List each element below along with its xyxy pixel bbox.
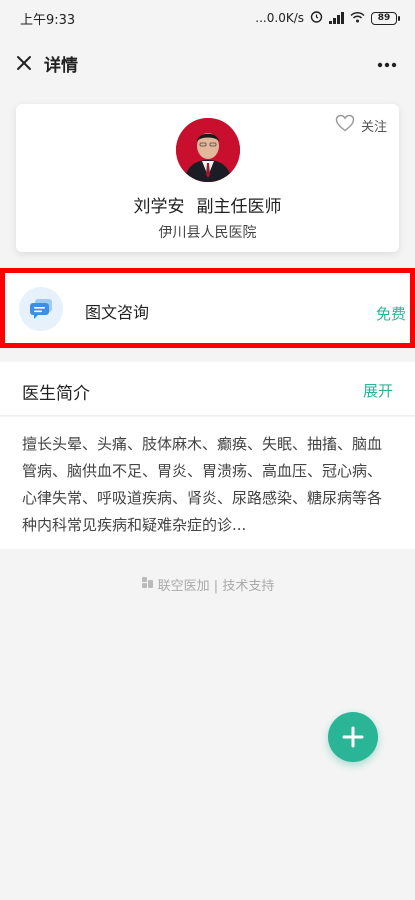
signal-icon [329,12,344,24]
doctor-name-line: 刘学安 副主任医师 [16,192,399,217]
footer: 联空医加 | 技术支持 [0,575,415,594]
doctor-title: 副主任医师 [196,197,282,217]
follow-label: 关注 [360,119,387,135]
page-title: 详情 [44,55,78,76]
consult-row[interactable]: 图文咨询 免费 [0,268,415,348]
more-icon[interactable] [377,53,397,72]
battery-icon: 89 [371,11,400,25]
consult-label: 图文咨询 [85,303,150,322]
add-button[interactable] [328,712,378,762]
footer-text: 联空医加 | 技术支持 [157,579,275,594]
status-bar: 上午9:33 ...0.0K/s 89 [0,0,415,36]
plus-icon [342,726,364,748]
brand-logo-icon [141,576,154,593]
avatar [176,118,240,182]
chat-icon [19,287,63,331]
doctor-card: 关注 刘学安 副主任医师 伊川县人民医院 [16,104,399,252]
wifi-icon [350,11,365,26]
follow-button[interactable]: 关注 [335,114,387,136]
intro-header: 医生简介 展开 [0,362,415,416]
intro-body: 擅长头晕、头痛、肢体麻木、癫痪、失眠、抽搐、脑血管病、脑供血不足、胃炎、胃溃疡、… [0,417,415,549]
expand-button[interactable]: 展开 [363,380,393,401]
battery-level: 89 [377,13,391,23]
alarm-icon [310,10,323,26]
network-speed: ...0.0K/s [255,11,304,25]
doctor-name: 刘学安 [133,197,185,217]
hospital-name: 伊川县人民医院 [158,225,257,241]
nav-bar: 详情 [0,36,415,90]
status-icons: ...0.0K/s 89 [255,10,400,26]
heart-icon [335,114,355,136]
intro-text: 擅长头晕、头痛、肢体麻木、癫痪、失眠、抽搐、脑血管病、脑供血不足、胃炎、胃溃疡、… [22,435,383,534]
consult-price: 免费 [375,305,406,323]
close-icon[interactable] [14,53,34,73]
status-time: 上午9:33 [20,12,76,28]
intro-title: 医生简介 [22,384,90,404]
